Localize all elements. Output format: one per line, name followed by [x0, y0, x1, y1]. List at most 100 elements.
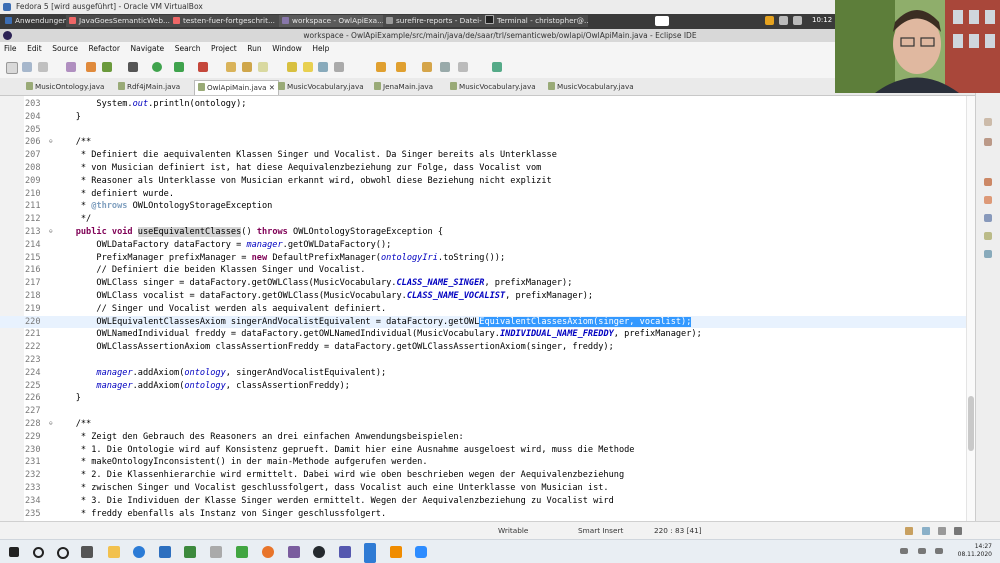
forward-icon[interactable]	[458, 62, 468, 72]
firefox-icon	[173, 17, 180, 24]
code-line: 209 * Reasoner als Unterklasse von Music…	[25, 175, 552, 186]
package-icon[interactable]	[765, 16, 774, 25]
menu-refactor[interactable]: Refactor	[85, 42, 124, 56]
virtualbox-icon[interactable]	[159, 546, 171, 558]
save-icon[interactable]	[22, 62, 32, 72]
applications-menu[interactable]: Anwendungen	[2, 15, 70, 27]
close-tab-icon[interactable]: ✕	[269, 83, 275, 92]
console-icon[interactable]	[984, 232, 992, 240]
prev-edit-icon[interactable]	[396, 62, 406, 72]
show-whitespace-icon[interactable]	[334, 62, 344, 72]
firefox-icon[interactable]	[262, 546, 274, 558]
next-annotation-icon[interactable]	[287, 62, 297, 72]
camtasia-icon[interactable]	[236, 546, 248, 558]
network-icon[interactable]	[779, 16, 788, 25]
taskbar-window-eclipse[interactable]: workspace - OwlApiExa...	[279, 15, 385, 27]
external-tools-icon[interactable]	[198, 62, 208, 72]
app-grey-icon[interactable]	[210, 546, 222, 558]
new-icon[interactable]	[6, 62, 18, 74]
fold-icon[interactable]: ⊖	[49, 226, 53, 239]
tab-musicvocabulary-3[interactable]: MusicVocabulary.java	[548, 80, 634, 94]
taskbar-window-files[interactable]: surefire-reports - Datei-v...	[383, 15, 484, 27]
skip-breakpoints-icon[interactable]	[66, 62, 76, 72]
outline-icon[interactable]	[984, 118, 992, 126]
scrollbar-thumb[interactable]	[968, 396, 974, 451]
tray-toggle-icon[interactable]	[655, 16, 669, 26]
cortana-icon[interactable]	[57, 547, 69, 559]
menu-file[interactable]: File	[0, 42, 21, 56]
edge-icon[interactable]	[133, 546, 145, 558]
volume-icon[interactable]	[793, 16, 802, 25]
javadoc-icon[interactable]	[984, 196, 992, 204]
tray-network-icon[interactable]	[918, 548, 926, 554]
explorer-icon[interactable]	[108, 546, 120, 558]
coverage-icon[interactable]	[128, 62, 138, 72]
tab-owlapimain[interactable]: OwlApiMain.java ✕	[194, 80, 279, 95]
notification-icon[interactable]	[905, 527, 913, 535]
code-line: 212 */	[25, 214, 92, 225]
menu-project[interactable]: Project	[207, 42, 241, 56]
toggle-mark-occurrences-icon[interactable]	[303, 62, 313, 72]
declaration-icon[interactable]	[984, 214, 992, 222]
debug-icon[interactable]	[102, 62, 112, 72]
windows-start-icon[interactable]	[9, 547, 19, 557]
open-type-icon[interactable]	[226, 62, 236, 72]
tab-rdf4jmain[interactable]: Rdf4jMain.java	[118, 80, 180, 94]
tab-musicontology[interactable]: MusicOntology.java	[26, 80, 104, 94]
open-task-icon[interactable]	[242, 62, 252, 72]
github-icon[interactable]	[313, 546, 325, 558]
tips-icon[interactable]	[922, 527, 930, 535]
text-selection: EquivalentClassesAxiom(singer, vocalist)…	[479, 316, 692, 327]
search-icon[interactable]	[33, 547, 44, 558]
vlc-icon[interactable]	[390, 546, 402, 558]
run-last-icon[interactable]	[174, 62, 184, 72]
save-all-icon[interactable]	[38, 62, 48, 72]
last-edit-location-icon[interactable]	[422, 62, 432, 72]
tray-volume-icon[interactable]	[935, 548, 943, 554]
code-line: 203 System.out.println(ontology);	[25, 99, 247, 109]
toggle-block-selection-icon[interactable]	[318, 62, 328, 72]
windows-clock[interactable]: 14:27 08.11.2020	[958, 543, 992, 559]
snip-icon[interactable]	[364, 543, 376, 563]
java-file-icon	[198, 83, 205, 91]
taskbar-window-browser-1[interactable]: JavaGoesSemanticWeb...	[66, 15, 172, 27]
menu-help[interactable]: Help	[308, 42, 333, 56]
progress-view-icon[interactable]	[938, 527, 946, 535]
window-title-text: workspace - OwlApiExample/src/main/java/…	[303, 31, 697, 40]
virtualbox-icon	[3, 3, 11, 11]
fedora-icon	[5, 17, 12, 24]
build-icon[interactable]	[86, 62, 96, 72]
teams-icon[interactable]	[339, 546, 351, 558]
problems-icon[interactable]	[984, 178, 992, 186]
fold-icon[interactable]: ⊖	[49, 418, 53, 431]
menu-edit[interactable]: Edit	[23, 42, 46, 56]
tab-musicvocabulary-1[interactable]: MusicVocabulary.java	[278, 80, 364, 94]
heap-status-icon[interactable]	[954, 527, 962, 535]
tab-musicvocabulary-2[interactable]: MusicVocabulary.java	[450, 80, 536, 94]
java-file-icon	[450, 82, 457, 90]
zoom-icon[interactable]	[415, 546, 427, 558]
menu-source[interactable]: Source	[48, 42, 82, 56]
tab-jenamain[interactable]: JenaMain.java	[374, 80, 433, 94]
task-view-icon[interactable]	[81, 546, 93, 558]
pin-editor-icon[interactable]	[492, 62, 502, 72]
progress-icon[interactable]	[984, 250, 992, 258]
taskbar-window-terminal[interactable]: Terminal - christopher@...	[482, 15, 588, 27]
back-icon[interactable]	[440, 62, 450, 72]
taskbar-window-browser-2[interactable]: testen-fuer-fortgeschrit...	[170, 15, 281, 27]
app-green-icon[interactable]	[184, 546, 196, 558]
tray-chevron-icon[interactable]	[900, 548, 908, 554]
menu-window[interactable]: Window	[268, 42, 306, 56]
menu-run[interactable]: Run	[243, 42, 265, 56]
task-list-icon[interactable]	[984, 138, 992, 146]
menu-navigate[interactable]: Navigate	[127, 42, 169, 56]
java-file-icon	[278, 82, 285, 90]
code-editor[interactable]: 203 System.out.println(ontology); 204 } …	[0, 96, 975, 521]
fold-icon[interactable]: ⊖	[49, 136, 53, 149]
app-purple-icon[interactable]	[288, 546, 300, 558]
next-edit-icon[interactable]	[376, 62, 386, 72]
search-icon[interactable]	[258, 62, 268, 72]
code-line: 204 }	[25, 111, 81, 122]
menu-search[interactable]: Search	[171, 42, 205, 56]
run-icon[interactable]	[152, 62, 162, 72]
